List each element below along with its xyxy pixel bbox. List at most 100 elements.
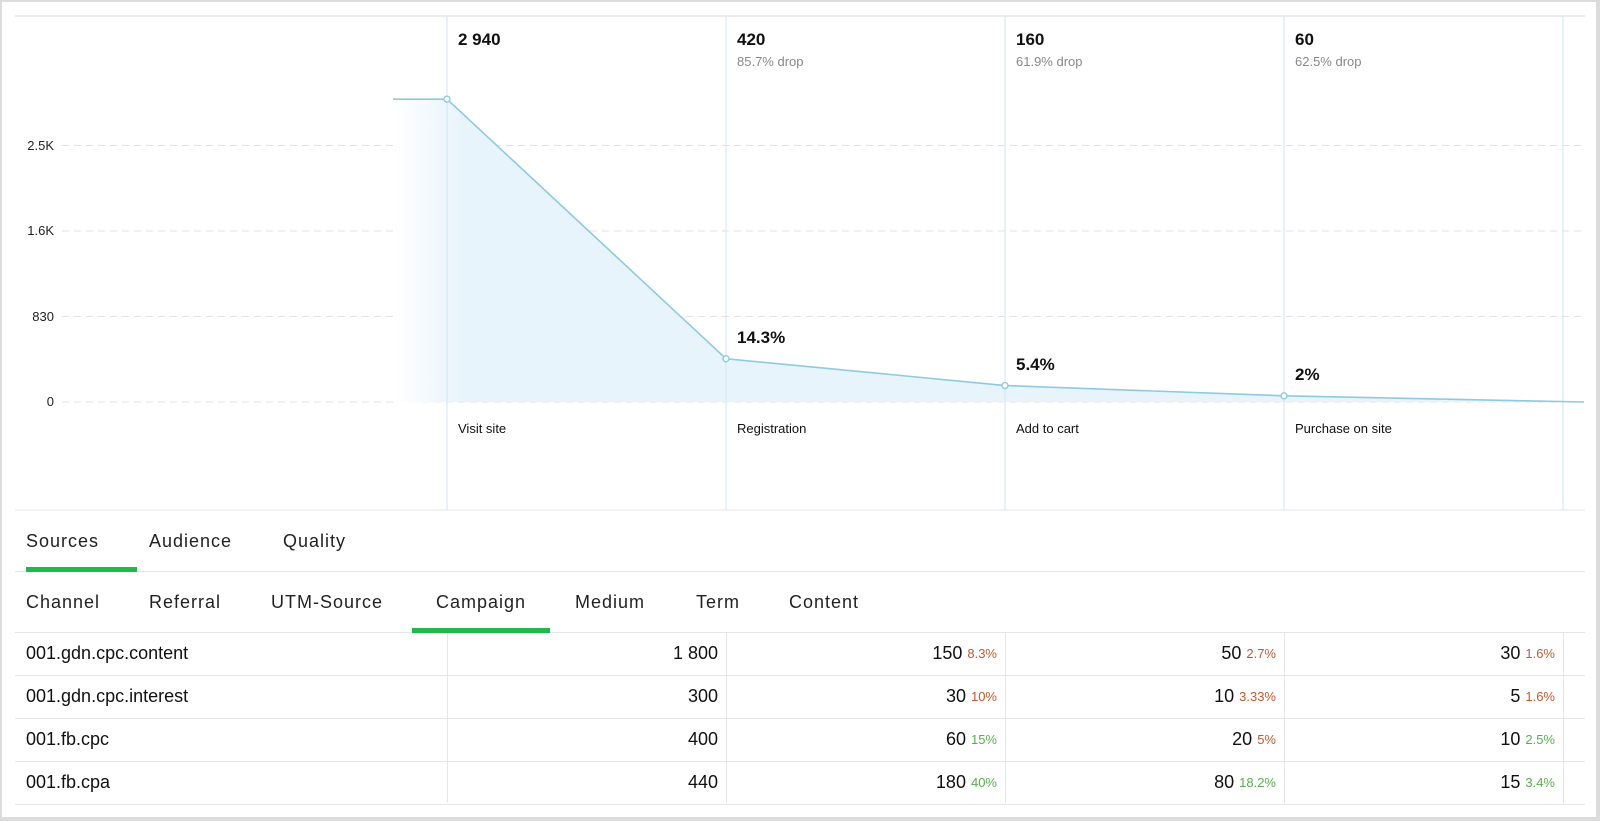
tab-quality[interactable]: Quality [283,512,346,571]
stage-drop-rate: 85.7% drop [737,54,804,69]
stage-count-cell: 10 3.33% [1214,676,1276,717]
conversion-percent: 18.2% [1239,775,1276,790]
tab-sources[interactable]: Sources [26,512,137,572]
stage-count: 420 [737,30,766,49]
conversion-percent: 2.7% [1246,646,1276,661]
tab-audience[interactable]: Audience [149,512,232,571]
count-value: 15 [1500,772,1521,792]
conversion-rate-label: 2% [1295,364,1320,384]
table-row[interactable]: 001.fb.cpc 400 60 15% 20 5% 10 2.5% [15,719,1585,762]
stage-header: 60 62.5% drop [1295,30,1362,69]
y-tick-label: 2.5K [27,137,54,153]
count-value: 80 [1214,772,1235,792]
conversion-percent: 10% [970,689,997,704]
stage-label: Registration [737,421,807,436]
tab-label: Medium [575,591,646,612]
count-value: 20 [1232,729,1253,749]
report-tabs: Sources Audience Quality [15,512,1585,572]
conversion-percent: 3.33% [1239,689,1276,704]
stage-header: 160 61.9% drop [1016,30,1083,69]
funnel-point [1001,381,1009,390]
stage-count: 2 940 [458,30,501,49]
conversion-percent: 40% [970,775,997,790]
column-divider [1005,633,1006,803]
conversion-percent: 5% [1257,732,1276,747]
source-dimension-tabs: Channel Referral UTM-Source Campaign Med… [15,572,1585,633]
tab-label: Audience [149,531,233,551]
conversion-percent: 1.6% [1525,689,1555,704]
campaign-name: 001.gdn.cpc.content [26,643,189,663]
count-value: 1 800 [672,643,718,663]
column-divider [1284,633,1285,803]
y-tick-label: 1.6K [27,223,54,238]
conversion-percent: 15% [970,732,997,747]
conversion-percent: 3.4% [1525,775,1555,790]
count-value: 60 [945,729,966,749]
count-value: 30 [945,686,966,706]
tab-campaign[interactable]: Campaign [412,572,550,633]
stage-count-cell: 30 10% [946,676,997,717]
stage-count-cell: 15 3.4% [1500,762,1555,803]
stage-count-cell: 150 8.3% [932,633,997,674]
funnel-point [443,95,451,103]
stage-count-cell: 300 [688,676,718,717]
tab-utm-source[interactable]: UTM-Source [271,572,383,632]
count-value: 5 [1510,686,1521,706]
tab-label: Sources [26,531,100,551]
tab-label: Term [696,591,740,612]
stage-count-cell: 400 [688,719,718,760]
column-divider [447,633,448,803]
count-value: 180 [935,772,966,792]
tab-label: Campaign [435,591,527,612]
funnel-area-fill [393,99,1584,402]
stage-drop-rate: 61.9% drop [1016,54,1083,69]
stage-label: Add to cart [1016,421,1079,436]
tab-channel[interactable]: Channel [26,572,100,632]
y-tick-label: 0 [46,394,54,409]
campaign-name: 001.gdn.cpc.interest [26,686,189,706]
campaign-name: 001.fb.cpc [26,729,110,749]
conversion-percent: 2.5% [1525,732,1555,747]
campaign-table: 001.gdn.cpc.content 1 800 150 8.3% 50 2.7% 30 1… [15,633,1585,805]
conversion-rate-label: 14.3% [737,327,786,347]
tab-medium[interactable]: Medium [575,572,645,632]
stage-count-cell: 80 18.2% [1214,762,1276,803]
tab-label: Quality [283,531,347,551]
count-value: 440 [687,772,718,792]
stage-count-cell: 1 800 [673,633,718,674]
count-value: 10 [1214,686,1235,706]
y-tick-label: 830 [32,308,54,324]
tab-label: Channel [26,591,101,612]
table-row[interactable]: 001.gdn.cpc.interest 300 30 10% 10 3.33% 5 1.6% [15,676,1585,719]
stage-count: 160 [1016,30,1045,49]
conversion-percent: 1.6% [1525,646,1555,661]
conversion-rate-label: 5.4% [1016,354,1055,374]
tab-term[interactable]: Term [696,572,740,632]
column-divider [1563,633,1564,803]
conversion-percent: 8.3% [967,646,997,661]
funnel-area-fade [393,100,463,410]
table-row[interactable]: 001.fb.cpa 440 180 40% 80 18.2% 15 3.4% [15,762,1585,805]
tab-label: UTM-Source [271,591,384,612]
stage-count-cell: 440 [688,762,718,803]
stage-header: 420 85.7% drop [737,30,804,69]
funnel-point [722,355,730,363]
tab-content[interactable]: Content [789,572,859,632]
count-value: 400 [687,729,718,749]
tab-label: Referral [149,591,222,612]
count-value: 150 [932,643,963,663]
table-row[interactable]: 001.gdn.cpc.content 1 800 150 8.3% 50 2.7% 30 1… [15,633,1585,676]
stage-count-cell: 50 2.7% [1221,633,1276,674]
count-value: 50 [1221,643,1242,663]
count-value: 300 [687,686,718,706]
count-value: 30 [1500,643,1521,663]
tab-referral[interactable]: Referral [149,572,221,632]
stage-count: 60 [1295,30,1314,49]
stage-count-cell: 10 2.5% [1500,719,1555,760]
column-divider [726,633,727,803]
stage-label: Visit site [458,421,507,436]
stage-count-cell: 60 15% [946,719,997,760]
funnel-chart: 0 830 1.6K 2.5K 2 940 420 85.7% drop 160 61.9% … [0,0,1600,512]
tab-label: Content [789,591,860,612]
count-value: 10 [1500,729,1521,749]
